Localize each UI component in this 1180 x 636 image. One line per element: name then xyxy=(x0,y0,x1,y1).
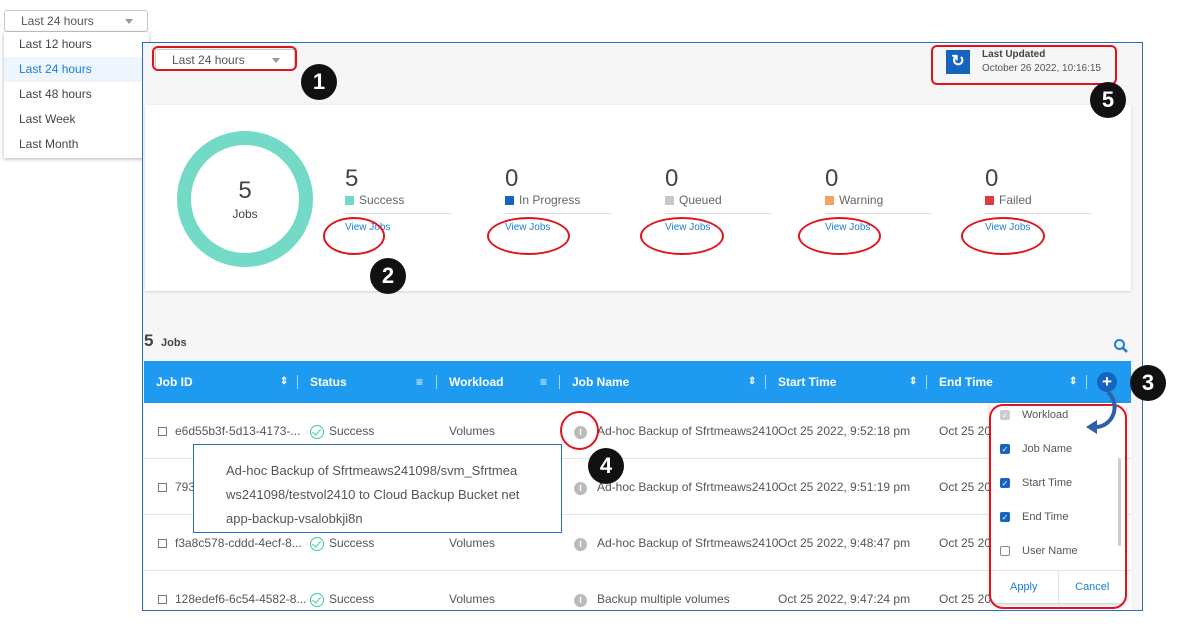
summary-card: 5 Jobs 5 Success View Jobs 0 In Progress Vie… xyxy=(145,105,1131,291)
job-id: 128edef6-6c54-4582-8... xyxy=(175,592,307,606)
caret-down-icon xyxy=(125,19,133,24)
job-name: Backup multiple volumes xyxy=(597,592,730,606)
jobs-count: 5 xyxy=(144,331,154,350)
annotation-highlight xyxy=(323,217,385,255)
job-start-time: Oct 25 2022, 9:52:18 pm xyxy=(778,424,911,438)
success-check-icon xyxy=(310,424,324,439)
annotation-badge: 4 xyxy=(588,448,624,484)
time-filter-dropdown-open[interactable]: Last 24 hours xyxy=(4,10,148,32)
column-header-job-id[interactable]: Job ID xyxy=(156,361,193,403)
stat-count: 0 xyxy=(505,165,519,192)
annotation-badge: 2 xyxy=(370,258,406,294)
success-check-icon xyxy=(310,592,324,607)
job-id: f3a8c578-cddd-4ecf-8... xyxy=(175,536,302,550)
total-jobs-count: 5 xyxy=(238,177,252,204)
column-header-job-name[interactable]: Job Name xyxy=(572,361,629,403)
job-name: Ad-hoc Backup of Sfrtmeaws2410 xyxy=(597,536,779,550)
column-header-status[interactable]: Status xyxy=(310,361,347,403)
sort-icon[interactable]: ⇕ xyxy=(280,361,288,403)
stat-label: Queued xyxy=(679,193,722,207)
job-workload: Volumes xyxy=(449,592,496,606)
add-column-icon[interactable]: + xyxy=(1097,372,1117,392)
menu-item[interactable]: Last Month xyxy=(4,132,149,157)
annotation-highlight xyxy=(152,46,297,71)
legend-swatch xyxy=(825,195,834,205)
job-status: Success xyxy=(329,592,375,606)
copy-icon[interactable] xyxy=(158,427,167,437)
annotation-badge: 5 xyxy=(1090,82,1126,118)
column-header-workload[interactable]: Workload xyxy=(449,361,503,403)
legend-swatch xyxy=(985,195,994,205)
search-icon[interactable] xyxy=(1113,338,1129,354)
stat-count: 5 xyxy=(345,165,359,192)
stat-label: In Progress xyxy=(519,193,581,207)
job-name: Ad-hoc Backup of Sfrtmeaws2410 xyxy=(597,424,779,438)
info-icon[interactable]: i xyxy=(574,538,587,551)
tooltip-line: ws241098/testvol2410 to Cloud Backup Buc… xyxy=(226,487,520,502)
sort-icon[interactable]: ⇕ xyxy=(909,361,917,403)
info-icon[interactable]: i xyxy=(574,482,587,495)
stat-label: Success xyxy=(359,193,405,207)
filter-icon[interactable]: ≡ xyxy=(416,361,423,403)
annotation-highlight xyxy=(961,217,1045,255)
menu-item[interactable]: Last 48 hours xyxy=(4,82,149,107)
menu-item-selected[interactable]: Last 24 hours xyxy=(4,57,149,82)
success-check-icon xyxy=(310,536,324,551)
tooltip-line: app-backup-vsalobkji8n xyxy=(226,511,363,526)
stat-count: 0 xyxy=(985,165,999,192)
copy-icon[interactable] xyxy=(158,539,167,549)
column-header-start-time[interactable]: Start Time xyxy=(778,361,836,403)
stat-count: 0 xyxy=(665,165,679,192)
job-status: Success xyxy=(329,424,375,438)
job-name: Ad-hoc Backup of Sfrtmeaws2410 xyxy=(597,480,779,494)
table-header: Job ID ⇕ Status ≡ Workload ≡ Job Name ⇕ … xyxy=(144,361,1131,403)
stat-count: 0 xyxy=(825,165,839,192)
info-icon[interactable]: i xyxy=(574,594,587,607)
copy-icon[interactable] xyxy=(158,483,167,493)
legend-swatch xyxy=(345,195,354,205)
selected-value: Last 24 hours xyxy=(21,14,94,28)
job-start-time: Oct 25 2022, 9:48:47 pm xyxy=(778,536,911,550)
curved-arrow-icon xyxy=(1086,390,1117,434)
job-status: Success xyxy=(329,536,375,550)
stat-label: Warning xyxy=(839,193,884,207)
jobs-count-label: Jobs xyxy=(161,337,187,349)
annotation-highlight xyxy=(931,45,1117,85)
menu-item[interactable]: Last 12 hours xyxy=(4,32,149,57)
sort-icon[interactable]: ⇕ xyxy=(748,361,756,403)
annotation-badge: 1 xyxy=(301,64,337,100)
time-filter-menu: Last 12 hours Last 24 hours Last 48 hour… xyxy=(4,32,149,158)
annotation-highlight xyxy=(640,217,724,255)
job-start-time: Oct 25 2022, 9:51:19 pm xyxy=(778,480,911,494)
total-jobs-label: Jobs xyxy=(232,207,258,221)
job-name-tooltip: Ad-hoc Backup of Sfrtmeaws241098/svm_Sfr… xyxy=(193,444,562,533)
job-start-time: Oct 25 2022, 9:47:24 pm xyxy=(778,592,911,606)
stat-label: Failed xyxy=(999,193,1032,207)
annotation-badge: 3 xyxy=(1130,365,1166,401)
column-header-end-time[interactable]: End Time xyxy=(939,361,993,403)
legend-swatch xyxy=(665,195,674,205)
table-row[interactable]: 128edef6-6c54-4582-8... Success Volumes … xyxy=(144,571,1131,610)
annotation-highlight xyxy=(798,217,881,255)
menu-item[interactable]: Last Week xyxy=(4,107,149,132)
copy-icon[interactable] xyxy=(158,595,167,605)
legend-swatch xyxy=(505,195,514,205)
job-id: e6d55b3f-5d13-4173-... xyxy=(175,424,301,438)
sort-icon[interactable]: ⇕ xyxy=(1069,361,1077,403)
annotation-highlight xyxy=(487,217,570,255)
tooltip-line: Ad-hoc Backup of Sfrtmeaws241098/svm_Sfr… xyxy=(226,463,518,478)
annotation-highlight xyxy=(560,411,599,450)
filter-icon[interactable]: ≡ xyxy=(540,361,547,403)
